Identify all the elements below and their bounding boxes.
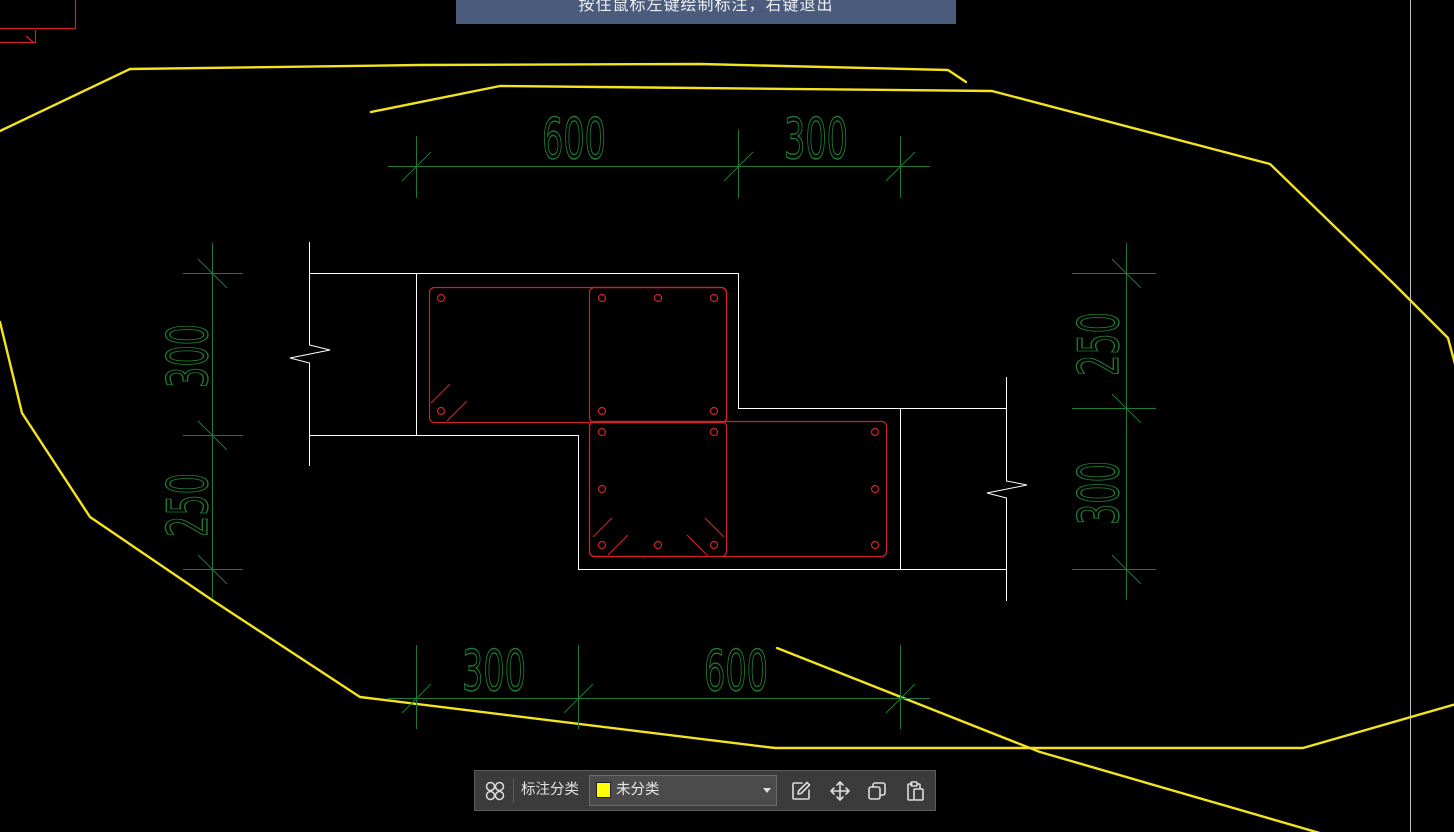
edit-annotation-icon [792, 781, 811, 800]
copy-button[interactable] [862, 776, 892, 805]
dimension-text: 300 [1066, 461, 1131, 525]
dimension-text: 300 [462, 638, 526, 703]
dimension-lines [388, 130, 930, 198]
edit-annotation-button[interactable] [786, 776, 816, 805]
toolbar-grid-button[interactable] [480, 776, 510, 805]
drawing-canvas[interactable]: 600 300 300 250 250 300 300 600 [0, 0, 1454, 832]
toolbar-separator [513, 778, 514, 803]
stirrup-upper-inner [588, 286, 728, 424]
move-icon [830, 780, 850, 801]
stirrup-lower-outer [588, 420, 888, 558]
dimension-text: 250 [155, 473, 220, 537]
rebar-bar [436, 293, 446, 303]
category-label: 标注分类 [521, 782, 579, 798]
dimension-left: 300 250 [154, 243, 243, 598]
move-button[interactable] [825, 776, 855, 805]
dimension-top: 600 300 [388, 105, 930, 198]
rebar-bar [597, 406, 607, 416]
rebar-bar [653, 293, 663, 303]
rebar-bar [653, 540, 663, 550]
dimension-lines [183, 243, 243, 598]
rebar-bar [709, 540, 719, 550]
rebar-bar [870, 427, 880, 437]
dimension-bottom: 300 600 [388, 637, 930, 729]
chevron-down-icon [763, 788, 771, 793]
rebar-bar [709, 427, 719, 437]
category-color-swatch [596, 782, 611, 798]
stirrup-hooks [430, 383, 725, 556]
paste-button[interactable] [900, 776, 930, 805]
grid-circles-icon [485, 781, 505, 800]
stirrup-upper-outer [428, 286, 728, 424]
copy-icon [868, 781, 886, 800]
dimension-text: 300 [784, 106, 848, 171]
dimension-text: 250 [1066, 312, 1131, 376]
rebar-bar [870, 484, 880, 494]
rebar-bar [709, 406, 719, 416]
rebar-bar [597, 293, 607, 303]
fragment-outline [0, 0, 77, 44]
left-break-line [289, 242, 331, 466]
annotation-toolbar: 标注分类 未分类 [474, 770, 936, 811]
rebar-bar [597, 540, 607, 550]
dimension-right: 250 300 [1065, 243, 1156, 600]
category-selected-value: 未分类 [616, 782, 660, 798]
rebar-bar [436, 406, 446, 416]
rebar-bar [870, 540, 880, 550]
rebar-bar [709, 293, 719, 303]
dimension-text: 600 [704, 638, 768, 703]
dimension-lines [1072, 243, 1156, 600]
rebar-bar [597, 427, 607, 437]
status-banner: 按住鼠标左键绘制标注，右键退出 [456, 0, 956, 24]
dimension-text: 600 [542, 106, 606, 171]
category-dropdown[interactable]: 未分类 [589, 775, 777, 806]
paste-icon [907, 780, 924, 801]
offscreen-rebar-fragment [0, 0, 77, 44]
stirrup-lower-inner [588, 420, 728, 558]
rebar-stirrups [428, 286, 888, 558]
banner-text: 按住鼠标左键绘制标注，右键退出 [578, 0, 834, 14]
rebar-bar [597, 484, 607, 494]
dimension-text: 300 [155, 324, 220, 388]
right-break-line [986, 377, 1028, 601]
